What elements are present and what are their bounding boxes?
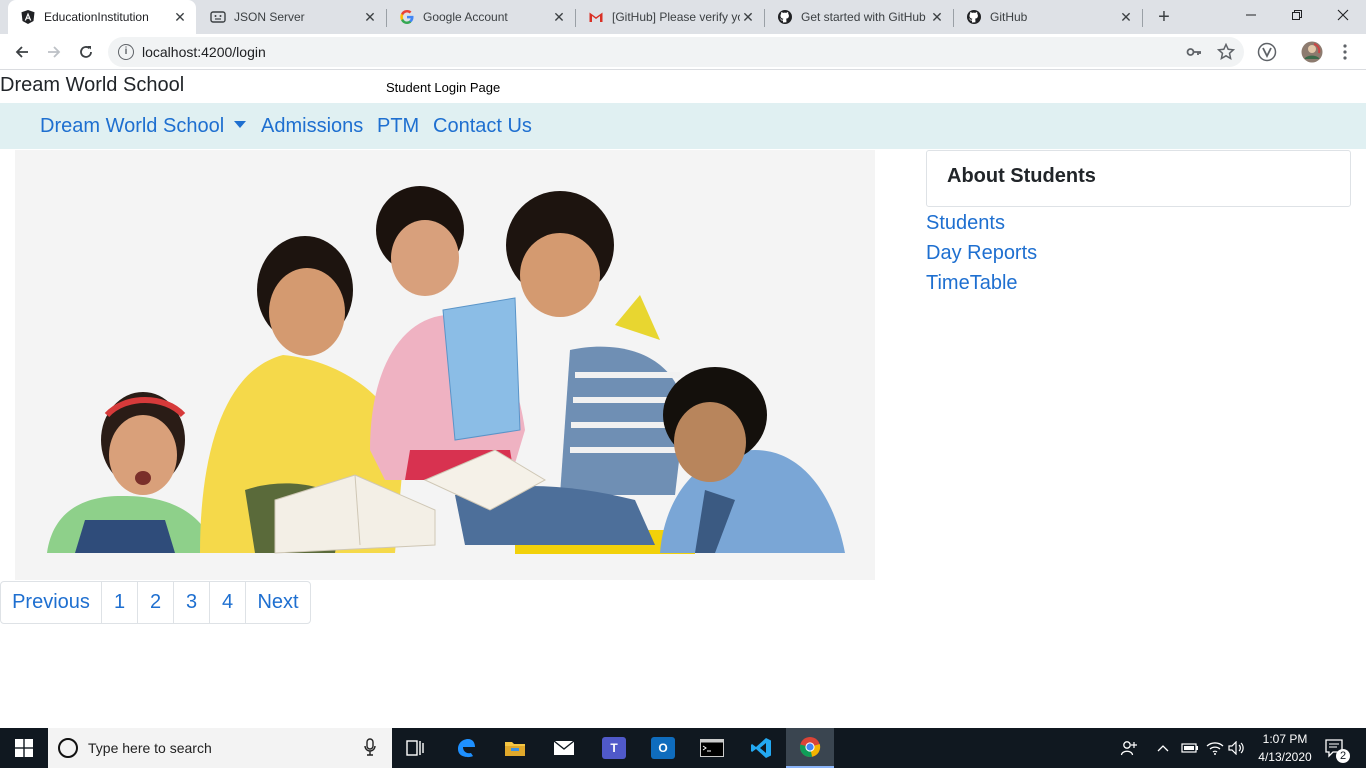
nav-link-admissions[interactable]: Admissions [261, 115, 363, 138]
mail-icon[interactable] [540, 728, 588, 768]
page-content: Dream World School Student Login Page Dr… [0, 71, 1366, 728]
pagination-page-4[interactable]: 4 [209, 582, 245, 623]
google-icon [399, 9, 415, 25]
reload-icon [80, 46, 92, 58]
battery-icon[interactable] [1181, 728, 1199, 768]
page-heading: Student Login Page [386, 80, 501, 95]
card-title: About Students [947, 165, 1096, 187]
restore-icon [1292, 10, 1302, 20]
nav-dropdown-school[interactable]: Dream World School [40, 115, 247, 138]
star-icon[interactable] [1217, 43, 1235, 61]
tab-get-started-github[interactable]: Get started with GitHub ✕ [765, 0, 953, 34]
close-icon[interactable]: ✕ [1118, 9, 1134, 25]
caret-down-icon [234, 121, 247, 129]
chrome-icon[interactable] [786, 728, 834, 768]
tab-title: Google Account [423, 10, 508, 24]
forward-button[interactable] [42, 40, 66, 64]
pagination-page-2[interactable]: 2 [137, 582, 173, 623]
reload-button[interactable] [74, 40, 98, 64]
pagination: Previous 1 2 3 4 Next [0, 581, 311, 624]
clock-time: 1:07 PM [1262, 732, 1308, 746]
tab-title: GitHub [990, 10, 1028, 24]
gmail-icon [588, 9, 604, 25]
nav-link-ptm[interactable]: PTM [377, 115, 419, 138]
close-icon[interactable]: ✕ [362, 9, 378, 25]
windows-icon [15, 739, 33, 757]
key-icon[interactable] [1185, 43, 1203, 61]
task-view-icon[interactable] [392, 728, 440, 768]
close-icon[interactable]: ✕ [740, 9, 756, 25]
minimize-icon [1246, 14, 1256, 16]
teams-icon[interactable]: T [590, 728, 638, 768]
browser-tab-strip: EducationInstitution ✕ JSON Server ✕ Goo… [0, 0, 1366, 34]
carousel-image [15, 150, 875, 580]
arrow-right-icon [48, 46, 61, 58]
json-server-icon [210, 9, 226, 25]
sidebar-link-timetable[interactable]: TimeTable [926, 272, 1018, 295]
search-placeholder: Type here to search [88, 740, 212, 756]
sidebar-link-day-reports[interactable]: Day Reports [926, 242, 1037, 265]
chevron-up-icon[interactable] [1157, 728, 1169, 768]
close-icon[interactable]: ✕ [929, 9, 945, 25]
cortana-icon [58, 738, 78, 758]
close-icon[interactable]: ✕ [551, 9, 567, 25]
back-button[interactable] [10, 40, 34, 64]
clock-date: 4/13/2020 [1258, 750, 1312, 764]
browser-toolbar: i localhost:4200/login [0, 34, 1366, 70]
tab-educationinstitution[interactable]: EducationInstitution ✕ [8, 0, 196, 34]
people-icon[interactable] [1120, 728, 1138, 768]
taskbar-clock[interactable]: 1:07 PM 4/13/2020 [1248, 730, 1322, 766]
angular-icon [20, 9, 36, 25]
children-reading-illustration [47, 186, 845, 554]
notification-center[interactable]: 2 [1324, 728, 1350, 768]
restore-button[interactable] [1274, 0, 1320, 30]
minimize-button[interactable] [1228, 0, 1274, 30]
close-icon [1337, 9, 1349, 21]
vscode-icon[interactable] [737, 728, 785, 768]
tab-title: Get started with GitHub [801, 10, 926, 24]
github-icon [966, 9, 982, 25]
arrow-left-icon [15, 46, 28, 58]
github-icon [777, 9, 793, 25]
taskbar-search[interactable]: Type here to search [48, 728, 392, 768]
avatar[interactable] [1301, 41, 1323, 63]
terminal-icon[interactable] [688, 728, 736, 768]
windows-taskbar: Type here to search T O 1:07 PM 4/13/202… [0, 728, 1366, 768]
sidebar-link-students[interactable]: Students [926, 212, 1005, 235]
tab-divider [1142, 9, 1143, 27]
tab-title: JSON Server [234, 10, 305, 24]
menu-kebab-icon[interactable] [1334, 41, 1356, 63]
file-explorer-icon[interactable] [491, 728, 539, 768]
start-button[interactable] [0, 728, 48, 768]
pagination-page-1[interactable]: 1 [101, 582, 137, 623]
wifi-icon[interactable] [1206, 728, 1224, 768]
nav-link-contact-us[interactable]: Contact Us [433, 115, 532, 138]
microphone-icon[interactable] [364, 738, 376, 761]
navbar: Dream World School Admissions PTM Contac… [0, 103, 1366, 149]
tab-github[interactable]: GitHub ✕ [954, 0, 1142, 34]
edge-icon[interactable] [442, 728, 490, 768]
tab-github-verify[interactable]: [GitHub] Please verify yo ✕ [576, 0, 764, 34]
close-icon[interactable]: ✕ [172, 9, 188, 25]
outlook-icon[interactable]: O [639, 728, 687, 768]
pagination-page-3[interactable]: 3 [173, 582, 209, 623]
volume-icon[interactable] [1228, 728, 1246, 768]
tab-google-account[interactable]: Google Account ✕ [387, 0, 575, 34]
notification-count: 2 [1336, 749, 1350, 763]
url-text[interactable]: localhost:4200/login [142, 44, 266, 60]
new-tab-button[interactable]: + [1152, 5, 1176, 29]
close-window-button[interactable] [1320, 0, 1366, 30]
about-students-card: About Students [926, 150, 1351, 207]
tab-title: EducationInstitution [44, 10, 149, 24]
pagination-next[interactable]: Next [245, 582, 310, 623]
info-icon[interactable]: i [118, 44, 134, 60]
brand-title: Dream World School [0, 74, 185, 96]
nav-dropdown-label: Dream World School [40, 115, 225, 137]
extension-v-icon[interactable] [1256, 41, 1278, 63]
address-bar[interactable]: i localhost:4200/login [108, 37, 1244, 67]
pagination-previous[interactable]: Previous [1, 582, 101, 623]
tab-title: [GitHub] Please verify yo [612, 10, 740, 24]
tab-json-server[interactable]: JSON Server ✕ [198, 0, 386, 34]
